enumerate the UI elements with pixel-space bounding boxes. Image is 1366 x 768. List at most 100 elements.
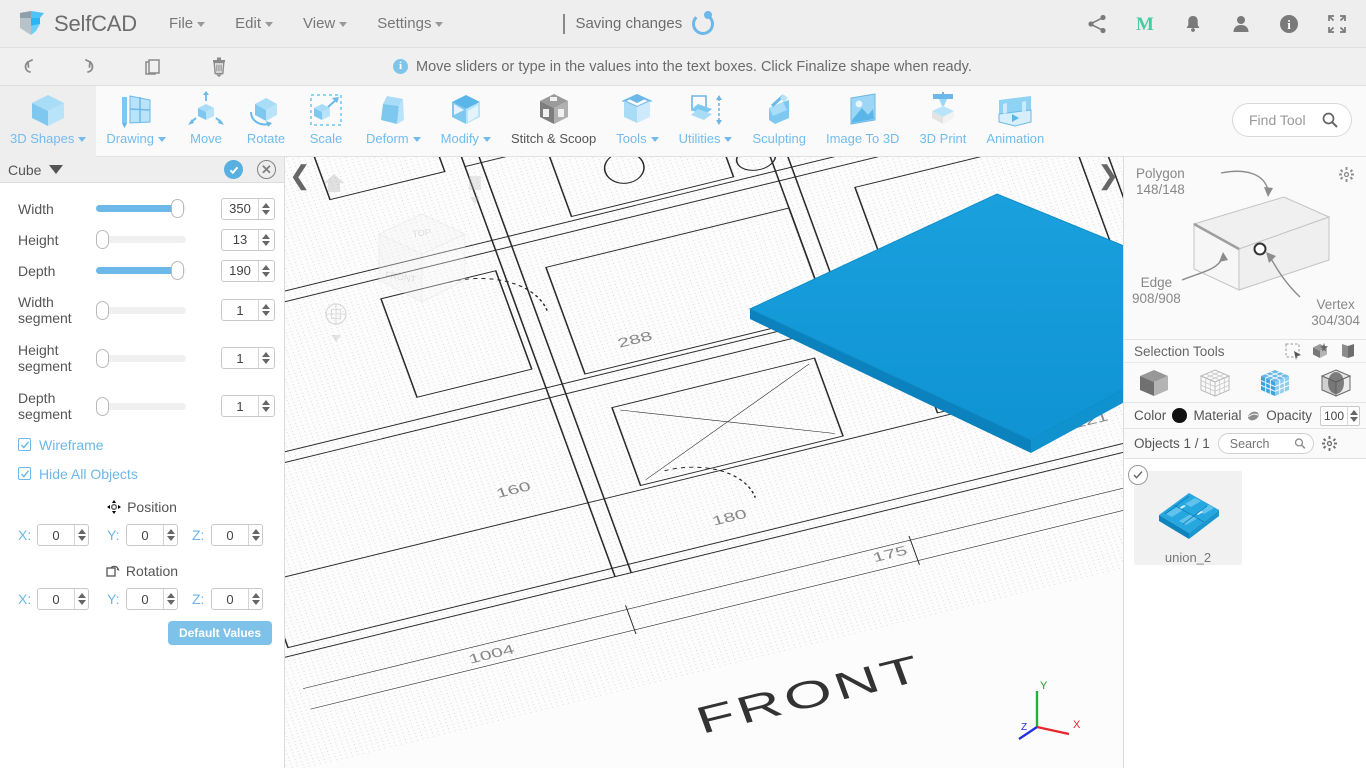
edge-mode-icon[interactable] [1320,368,1352,398]
bell-icon[interactable] [1182,13,1204,35]
rotation-z-input[interactable] [211,588,263,610]
depth-stepper[interactable] [258,260,273,281]
rotation-icon [106,565,120,577]
viewport-prev-arrow[interactable]: ❮ [289,163,311,189]
ribbon-image-to-3d[interactable]: Image To 3D [816,86,909,157]
ribbon-animation[interactable]: Animation [976,86,1054,157]
rotation-y-stepper[interactable] [163,589,177,609]
ribbon-deform[interactable]: Deform [356,86,431,157]
rotation-x-stepper[interactable] [74,589,88,609]
ribbon-utilities[interactable]: Utilities [669,86,743,157]
ribbon-3d-shapes[interactable]: 3D Shapes [0,86,97,157]
tool-ribbon: 3D Shapes Drawing Move Rotate Scale Defo… [0,86,1366,157]
selection-tools-header: Selection Tools [1124,339,1366,363]
ribbon-3d-print[interactable]: 3D Print [909,86,976,157]
objects-settings-gear-icon[interactable] [1321,436,1337,451]
rectangle-select-icon[interactable] [1285,343,1302,360]
ribbon-scale[interactable]: Scale [296,86,356,157]
width-segment-stepper[interactable] [258,300,273,320]
polygon-mode-icon[interactable] [1259,368,1291,398]
checkbox-hide-all-objects[interactable]: Hide All Objects [0,459,284,488]
user-icon[interactable] [1230,13,1252,35]
confirm-button[interactable] [224,160,243,179]
depth-segment-input[interactable] [221,395,275,417]
pan-widget-icon[interactable] [465,174,485,221]
undo-icon[interactable] [14,52,52,82]
info-icon[interactable]: i [1278,13,1300,35]
menu-edit[interactable]: Edit [235,15,273,32]
height-segment-slider[interactable] [96,348,186,368]
orbit-widget-icon[interactable] [323,302,349,353]
height-segment-stepper[interactable] [258,348,273,368]
ribbon-modify[interactable]: Modify [431,86,501,157]
height-segment-input[interactable] [221,347,275,369]
objects-search[interactable] [1217,433,1314,454]
ribbon-tools[interactable]: Tools [606,86,668,157]
depth-input[interactable] [221,259,275,282]
depth-slider[interactable] [96,261,186,280]
selection-tools-label: Selection Tools [1134,343,1225,359]
ribbon-move[interactable]: Move [176,86,236,157]
fullscreen-icon[interactable] [1326,13,1348,35]
share-icon[interactable] [1086,13,1108,35]
width-slider[interactable] [96,199,186,218]
chevron-down-icon[interactable] [49,165,64,174]
find-tool-search[interactable]: Find Tool [1232,103,1352,137]
object-selected-check-icon[interactable] [1128,465,1148,485]
stitch-scoop-icon [534,91,574,129]
rotation-z-stepper[interactable] [248,589,262,609]
mesh-settings-gear-icon[interactable] [1339,167,1354,187]
menu-file[interactable]: File [169,15,206,32]
height-stepper[interactable] [258,229,273,250]
position-x-input[interactable] [37,524,89,546]
rotation-x-input[interactable] [37,588,89,610]
material-icon[interactable] [1247,408,1260,424]
checkbox-wireframe[interactable]: Wireframe [0,430,284,459]
navigation-cube[interactable]: TOP FRONT [365,202,480,322]
printer-icon [923,91,963,129]
width-input[interactable] [221,197,275,220]
height-slider[interactable] [96,230,186,249]
height-input[interactable] [221,228,275,251]
box-select-icon[interactable] [1339,343,1356,360]
object-select-icon[interactable] [1312,342,1329,360]
position-move-icon [107,500,122,514]
opacity-input[interactable] [1320,405,1360,426]
cancel-button[interactable]: ✕ [257,160,276,179]
width-segment-input[interactable] [221,299,275,321]
position-z-stepper[interactable] [248,525,262,545]
redo-icon[interactable] [66,52,104,82]
position-x-stepper[interactable] [74,525,88,545]
menu-view[interactable]: View [303,15,348,32]
home-icon[interactable] [323,172,345,199]
vertex-value: 304/304 [1311,313,1360,328]
brand-logo[interactable]: SelfCAD [18,9,137,39]
opacity-stepper[interactable] [1347,405,1359,426]
3d-viewport[interactable]: 150 150 400 140 288 160 172 180 200 160 … [285,157,1123,768]
m-logo-icon[interactable]: M [1134,13,1156,35]
position-z-input[interactable] [211,524,263,546]
rotation-y-input[interactable] [126,588,178,610]
ribbon-rotate[interactable]: Rotate [236,86,296,157]
ribbon-sculpting[interactable]: Sculpting [742,86,815,157]
width-stepper[interactable] [258,198,273,219]
position-heading: Position [0,496,284,518]
depth-segment-slider[interactable] [96,396,186,416]
list-item[interactable]: union_2 [1128,465,1242,565]
ribbon-drawing[interactable]: Drawing [96,86,176,157]
position-y-input[interactable] [126,524,178,546]
menu-settings[interactable]: Settings [377,15,444,32]
navcube-top-label: TOP [412,227,431,239]
color-swatch[interactable] [1172,408,1188,423]
position-y-stepper[interactable] [163,525,177,545]
width-segment-slider[interactable] [96,300,186,320]
vertex-mode-icon[interactable] [1199,368,1231,398]
depth-segment-stepper[interactable] [258,396,273,416]
default-values-button[interactable]: Default Values [167,621,272,645]
object-mode-icon[interactable] [1138,368,1170,398]
copy-icon[interactable] [134,52,172,82]
color-material-opacity-row: Color Material Opacity [1124,403,1366,429]
viewport-next-arrow[interactable]: ❯ [1097,163,1119,189]
trash-icon[interactable] [200,52,238,82]
ribbon-stitch-scoop[interactable]: Stitch & Scoop [501,86,606,157]
